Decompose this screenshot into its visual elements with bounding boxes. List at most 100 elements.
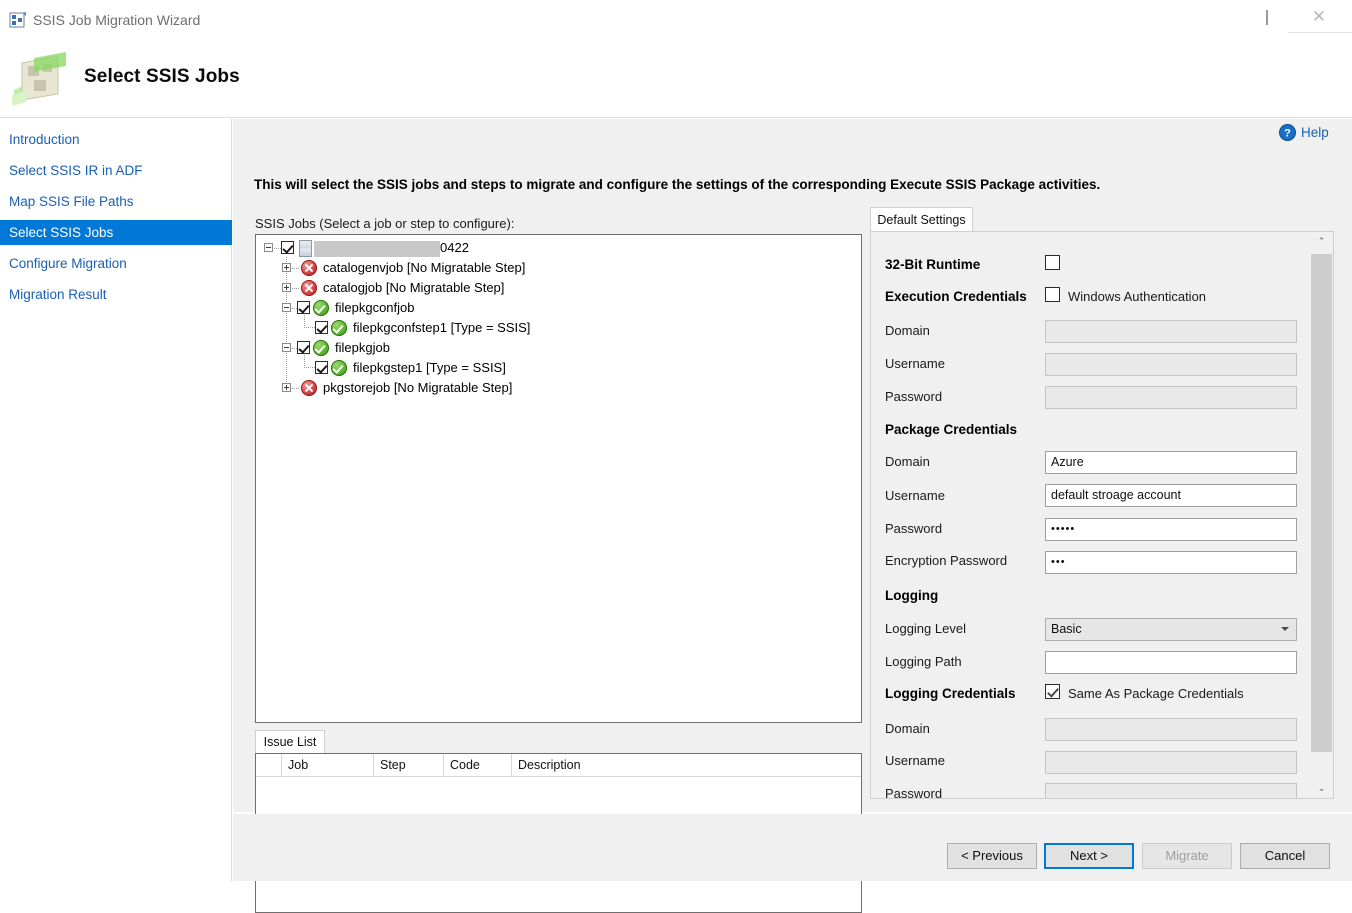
label-logging-path: Logging Path (885, 654, 962, 669)
tree-node[interactable]: filepkgjob (256, 338, 856, 358)
label-exec-domain: Domain (885, 323, 930, 338)
issue-col-description[interactable]: Description (512, 754, 861, 776)
scroll-down-icon[interactable]: ⌄ (1310, 779, 1333, 798)
tree-node[interactable]: filepkgconfstep1 [Type = SSIS] (256, 318, 856, 338)
label-exec-username: Username (885, 356, 945, 371)
expander-expand-icon[interactable] (282, 383, 291, 392)
tree-node[interactable]: catalogenvjob [No Migratable Step] (256, 258, 856, 278)
label-encryption-password: Encryption Password (885, 553, 1007, 568)
expander-collapse-icon[interactable] (282, 303, 291, 312)
input-log-username[interactable] (1045, 751, 1297, 774)
input-pkg-username[interactable]: default stroage account (1045, 484, 1297, 507)
tab-default-settings[interactable]: Default Settings (870, 207, 973, 232)
tree-node-checkbox[interactable] (297, 341, 310, 354)
label-logging: Logging (885, 588, 938, 603)
migration-wizard-icon (12, 50, 68, 106)
help-link[interactable]: Help (1301, 125, 1329, 140)
sidebar-item-migration-result[interactable]: Migration Result (0, 282, 232, 307)
label-logging-level: Logging Level (885, 621, 966, 636)
redacted-server-name (314, 241, 440, 257)
input-pkg-domain[interactable]: Azure (1045, 451, 1297, 474)
label-log-password: Password (885, 786, 942, 799)
ssis-jobs-tree[interactable]: 0422 catalogenvjob [No Migratable Step] … (255, 234, 862, 723)
tree-node-label: catalogenvjob [No Migratable Step] (323, 258, 525, 278)
checkbox-same-as-package-credentials[interactable] (1045, 684, 1060, 699)
input-log-domain[interactable] (1045, 718, 1297, 741)
tree-node-checkbox[interactable] (315, 361, 328, 374)
checkbox-32bit-runtime[interactable] (1045, 255, 1060, 270)
migrate-button: Migrate (1142, 843, 1232, 869)
instruction-text: This will select the SSIS jobs and steps… (254, 177, 1334, 192)
issue-col-code[interactable]: Code (444, 754, 512, 776)
issue-col-job[interactable]: Job (282, 754, 374, 776)
tree-node-label: filepkgjob (335, 338, 390, 358)
tree-node-label: pkgstorejob [No Migratable Step] (323, 378, 512, 398)
issue-col-step[interactable]: Step (374, 754, 444, 776)
title-bar: SSIS Job Migration Wizard ✕ (0, 0, 1352, 42)
wizard-app-icon (9, 11, 27, 29)
label-execution-credentials: Execution Credentials (885, 289, 1027, 304)
label-32bit-runtime: 32-Bit Runtime (885, 257, 980, 272)
page-title: Select SSIS Jobs (84, 66, 240, 88)
status-error-icon (301, 260, 317, 276)
tab-issue-list[interactable]: Issue List (255, 730, 325, 754)
tree-node-checkbox[interactable] (297, 301, 310, 314)
expander-expand-icon[interactable] (282, 283, 291, 292)
tree-node[interactable]: filepkgconfjob (256, 298, 856, 318)
expander-collapse-icon[interactable] (264, 243, 273, 252)
titlebar-divider (1288, 32, 1352, 33)
checkbox-windows-authentication[interactable] (1045, 287, 1060, 302)
tree-node[interactable]: catalogjob [No Migratable Step] (256, 278, 856, 298)
expander-collapse-icon[interactable] (282, 343, 291, 352)
input-exec-domain[interactable] (1045, 320, 1297, 343)
tree-root-node[interactable]: 0422 (256, 238, 856, 258)
issue-col-selector (256, 754, 282, 776)
status-ok-icon (313, 300, 329, 316)
label-logging-credentials: Logging Credentials (885, 686, 1016, 701)
input-pkg-password[interactable]: ••••• (1045, 518, 1297, 541)
next-button[interactable]: Next > (1044, 843, 1134, 869)
sidebar-item-map-file-paths[interactable]: Map SSIS File Paths (0, 189, 232, 214)
tree-root-checkbox[interactable] (281, 241, 294, 254)
default-settings-panel: 32-Bit Runtime Execution Credentials Win… (870, 231, 1334, 799)
tree-node-checkbox[interactable] (315, 321, 328, 334)
select-logging-level[interactable]: Basic (1045, 618, 1297, 641)
label-same-as-package-credentials: Same As Package Credentials (1068, 686, 1244, 701)
server-icon (299, 240, 312, 257)
input-logging-path[interactable] (1045, 651, 1297, 674)
status-error-icon (301, 280, 317, 296)
sidebar-item-introduction[interactable]: Introduction (0, 127, 232, 152)
wizard-step-sidebar: Introduction Select SSIS IR in ADF Map S… (0, 119, 232, 881)
page-header: Select SSIS Jobs (0, 42, 1352, 118)
input-encryption-password[interactable]: ••• (1045, 551, 1297, 574)
minimize-button[interactable] (1244, 0, 1290, 33)
input-exec-password[interactable] (1045, 386, 1297, 409)
previous-button[interactable]: < Previous (947, 843, 1037, 869)
select-logging-level-value: Basic (1051, 622, 1082, 636)
status-ok-icon (331, 320, 347, 336)
sidebar-item-select-ssis-jobs[interactable]: Select SSIS Jobs (0, 220, 232, 245)
sidebar-item-configure-migration[interactable]: Configure Migration (0, 251, 232, 276)
close-icon[interactable]: ✕ (1296, 0, 1342, 33)
tree-node-label: catalogjob [No Migratable Step] (323, 278, 504, 298)
label-log-username: Username (885, 753, 945, 768)
scroll-up-icon[interactable]: ⌃ (1310, 232, 1333, 251)
tree-node[interactable]: filepkgstep1 [Type = SSIS] (256, 358, 856, 378)
window-title: SSIS Job Migration Wizard (33, 12, 200, 28)
cancel-button[interactable]: Cancel (1240, 843, 1330, 869)
status-error-icon (301, 380, 317, 396)
status-ok-icon (331, 360, 347, 376)
input-log-password[interactable] (1045, 783, 1297, 799)
input-exec-username[interactable] (1045, 353, 1297, 376)
label-windows-authentication: Windows Authentication (1068, 289, 1206, 304)
tree-node[interactable]: pkgstorejob [No Migratable Step] (256, 378, 856, 398)
label-exec-password: Password (885, 389, 942, 404)
scrollbar-thumb[interactable] (1311, 254, 1332, 752)
sidebar-item-select-ssis-ir[interactable]: Select SSIS IR in ADF (0, 158, 232, 183)
settings-scrollbar[interactable]: ⌃ ⌄ (1310, 232, 1333, 798)
wizard-footer: < Previous Next > Migrate Cancel (233, 814, 1352, 881)
label-package-credentials: Package Credentials (885, 422, 1017, 437)
expander-expand-icon[interactable] (282, 263, 291, 272)
label-pkg-username: Username (885, 488, 945, 503)
help-circle-icon[interactable]: ? (1279, 124, 1296, 141)
